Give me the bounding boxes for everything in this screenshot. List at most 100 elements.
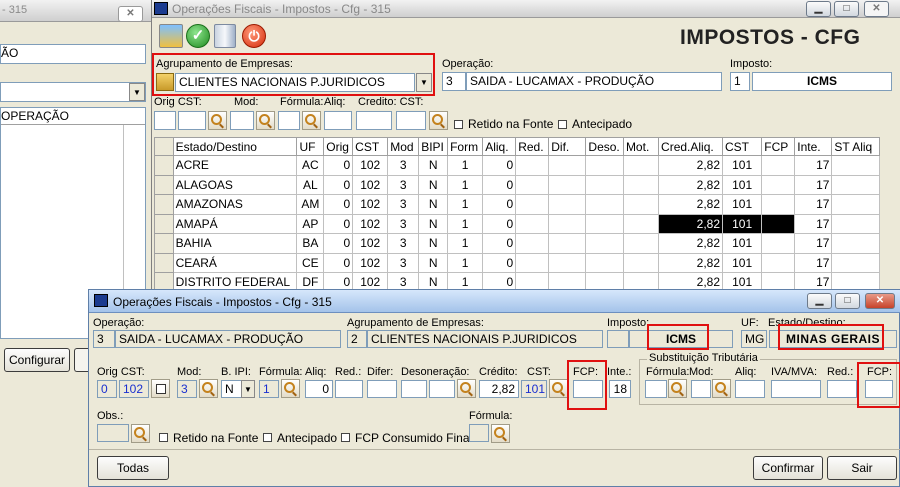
dlg-mod-value[interactable]: 3 — [177, 380, 197, 398]
col-cst[interactable]: CST — [352, 137, 389, 156]
main-minimize-button[interactable]: ▁ — [806, 1, 831, 17]
table-cell[interactable] — [548, 155, 587, 176]
table-cell[interactable] — [831, 252, 880, 273]
table-cell[interactable]: 2,82 — [658, 213, 724, 234]
table-cell[interactable]: AMAPÁ — [172, 213, 298, 234]
table-cell[interactable] — [548, 194, 587, 215]
table-cell[interactable]: N — [418, 155, 449, 176]
table-row[interactable]: AMAPÁ AP 0 102 3 N 1 0 2,82 101 17 — [154, 213, 880, 234]
table-cell[interactable]: 0 — [323, 233, 354, 254]
dlg-difer-value[interactable] — [367, 380, 397, 398]
table-cell[interactable]: 2,82 — [658, 233, 724, 254]
row-indicator[interactable] — [154, 155, 174, 176]
table-row[interactable]: ACRE AC 0 102 3 N 1 0 2,82 101 17 — [154, 155, 880, 176]
table-cell[interactable]: 3 — [387, 194, 420, 215]
col-mot[interactable]: Mot. — [622, 137, 660, 156]
table-cell[interactable]: CEARÁ — [172, 252, 298, 273]
dlg-obs-value[interactable] — [97, 424, 129, 442]
todas-button[interactable]: Todas — [97, 456, 169, 480]
table-cell[interactable]: 102 — [352, 252, 389, 273]
table-cell[interactable]: 1 — [447, 155, 484, 176]
dlg-tax-code[interactable] — [607, 330, 629, 348]
table-cell[interactable]: 102 — [352, 155, 389, 176]
table-cell[interactable]: 1 — [447, 194, 484, 215]
filter-credito-cst-search-icon[interactable] — [429, 111, 448, 130]
table-cell[interactable]: 1 — [447, 174, 484, 195]
dlg-cst2-search-icon[interactable] — [549, 379, 568, 398]
dlg-orig-value[interactable]: 0 — [97, 380, 117, 398]
col-cst2[interactable]: CST — [722, 137, 763, 156]
filter-credito-cst[interactable] — [396, 111, 426, 130]
table-cell[interactable]: 102 — [352, 194, 389, 215]
toolbar-delete-icon[interactable] — [214, 24, 236, 48]
table-cell[interactable] — [622, 174, 660, 195]
dlg-deson-search-icon[interactable] — [457, 379, 476, 398]
col-bipi[interactable]: BIPI — [418, 137, 449, 156]
table-cell[interactable]: AL — [296, 174, 325, 195]
table-cell[interactable] — [585, 174, 624, 195]
table-cell[interactable]: 0 — [482, 174, 517, 195]
col-estado[interactable]: Estado/Destino — [172, 137, 298, 156]
table-cell[interactable] — [761, 174, 796, 195]
table-cell[interactable]: 0 — [482, 213, 517, 234]
table-cell[interactable]: 0 — [482, 233, 517, 254]
dlg-antecipado-checkbox[interactable] — [263, 433, 272, 442]
table-cell[interactable]: 3 — [387, 252, 420, 273]
table-cell[interactable]: AMAZONAS — [172, 194, 298, 215]
table-cell[interactable]: 0 — [482, 155, 517, 176]
dlg-formula2-value[interactable] — [469, 424, 489, 442]
table-cell[interactable]: N — [418, 252, 449, 273]
table-cell[interactable]: 1 — [447, 252, 484, 273]
table-cell[interactable]: N — [418, 194, 449, 215]
col-fcp[interactable]: FCP — [761, 137, 796, 156]
table-cell[interactable]: 0 — [323, 194, 354, 215]
table-cell[interactable]: 101 — [722, 194, 763, 215]
table-cell[interactable] — [622, 252, 660, 273]
table-cell[interactable] — [761, 213, 796, 234]
toolbar-new-icon[interactable] — [159, 24, 183, 48]
col-aliq[interactable]: Aliq. — [482, 137, 517, 156]
main-close-button[interactable]: ✕ — [864, 1, 889, 17]
table-cell[interactable]: 101 — [722, 155, 763, 176]
table-cell[interactable]: AP — [296, 213, 325, 234]
table-cell[interactable] — [585, 194, 624, 215]
tax-value[interactable]: ICMS — [752, 72, 892, 91]
table-cell[interactable] — [831, 194, 880, 215]
table-cell[interactable]: N — [418, 213, 449, 234]
dialog-close-button[interactable]: ✕ — [865, 293, 895, 309]
table-cell[interactable] — [585, 233, 624, 254]
back-window-configure-button[interactable]: Configurar — [4, 348, 70, 372]
back-window-dropdown-arrow[interactable]: ▼ — [129, 83, 145, 101]
toolbar-exit-icon[interactable]: ⏻ — [242, 24, 266, 48]
table-cell[interactable]: 102 — [352, 233, 389, 254]
st-formula-value[interactable] — [645, 380, 667, 398]
dialog-minimize-button[interactable]: ▁ — [807, 293, 832, 309]
dlg-operation-value[interactable]: SAIDA - LUCAMAX - PRODUÇÃO — [115, 330, 341, 348]
dlg-formula-value[interactable]: 1 — [259, 380, 279, 398]
table-cell[interactable] — [761, 194, 796, 215]
table-cell[interactable] — [761, 155, 796, 176]
table-cell[interactable]: 17 — [794, 252, 833, 273]
table-cell[interactable] — [585, 252, 624, 273]
table-cell[interactable] — [622, 213, 660, 234]
dlg-retido-checkbox[interactable] — [159, 433, 168, 442]
table-cell[interactable]: 0 — [323, 213, 354, 234]
table-cell[interactable] — [515, 233, 550, 254]
table-cell[interactable]: BAHIA — [172, 233, 298, 254]
table-cell[interactable] — [761, 233, 796, 254]
table-cell[interactable] — [515, 194, 550, 215]
dlg-credito-value[interactable]: 2,82 — [479, 380, 519, 398]
table-cell[interactable] — [831, 155, 880, 176]
dlg-cst-lookup-icon[interactable] — [151, 379, 170, 398]
table-cell[interactable]: 0 — [482, 194, 517, 215]
filter-retido-checkbox[interactable] — [454, 120, 463, 129]
main-maximize-button[interactable]: □ — [834, 1, 859, 17]
col-dif[interactable]: Dif. — [548, 137, 587, 156]
col-red[interactable]: Red. — [515, 137, 550, 156]
table-cell[interactable]: 2,82 — [658, 194, 724, 215]
table-cell[interactable]: 17 — [794, 194, 833, 215]
table-cell[interactable] — [585, 155, 624, 176]
col-mod[interactable]: Mod — [387, 137, 420, 156]
table-cell[interactable] — [622, 194, 660, 215]
table-cell[interactable] — [585, 213, 624, 234]
